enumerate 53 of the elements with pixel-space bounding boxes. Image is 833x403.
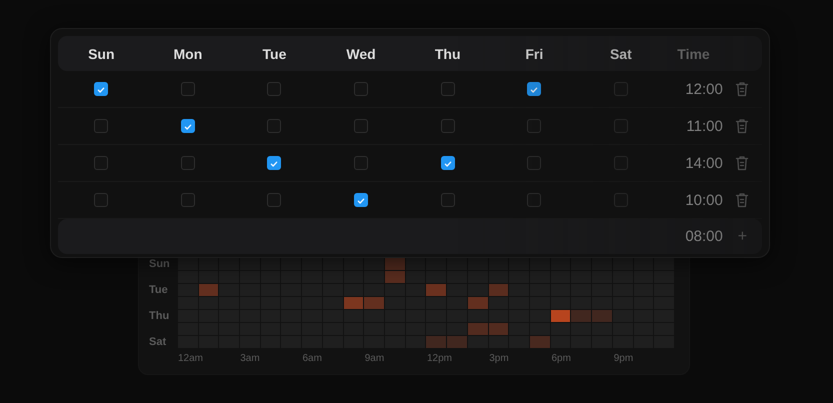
column-header: Sat (608, 46, 633, 62)
time-value[interactable]: 10:00 (664, 192, 723, 208)
checkbox[interactable] (440, 156, 455, 170)
day-label: Sun (149, 258, 170, 270)
trash-icon[interactable] (735, 155, 750, 171)
checkbox[interactable] (440, 193, 455, 207)
checkbox[interactable] (180, 156, 195, 170)
hour-label: 12am (178, 353, 204, 364)
checkbox[interactable] (267, 156, 282, 170)
checkbox[interactable] (267, 193, 282, 207)
trash-icon[interactable] (735, 118, 750, 134)
hour-label: 6pm (552, 353, 572, 364)
hour-label: 9pm (614, 353, 634, 364)
checkbox[interactable] (440, 82, 455, 96)
column-header: Tue (262, 46, 288, 62)
time-value[interactable]: 14:00 (664, 154, 723, 172)
hour-label: 6am (302, 353, 323, 364)
day-label: Tue (149, 284, 168, 296)
trash-icon[interactable] (735, 192, 750, 208)
checkbox[interactable] (180, 193, 195, 207)
time-value[interactable]: 08:00 (664, 228, 723, 245)
checkbox[interactable] (440, 119, 455, 133)
checkbox[interactable] (94, 193, 108, 207)
column-header: Mon (172, 46, 204, 62)
checkbox[interactable] (354, 119, 368, 133)
checkbox[interactable] (180, 82, 195, 96)
checkbox[interactable] (354, 156, 368, 170)
column-header: Sun (87, 46, 116, 62)
checkbox[interactable] (180, 119, 195, 133)
time-value[interactable]: 12:00 (664, 80, 723, 98)
hour-label: 3am (240, 353, 261, 364)
checkbox[interactable] (527, 119, 542, 133)
day-label: Sat (149, 336, 166, 348)
trash-icon[interactable] (735, 81, 750, 97)
checkbox[interactable] (94, 156, 108, 170)
time-value[interactable]: 11:00 (664, 118, 723, 134)
column-header: Wed (345, 46, 377, 62)
hour-label: 9am (364, 353, 386, 364)
checkbox[interactable] (94, 119, 108, 133)
day-label: Thu (149, 310, 170, 322)
checkbox[interactable] (267, 119, 282, 133)
checkbox[interactable] (354, 193, 368, 207)
column-header: Thu (434, 46, 462, 62)
hour-label: 12pm (427, 353, 454, 364)
column-header: Time (676, 46, 711, 62)
checkbox[interactable] (94, 82, 108, 96)
hour-label: 3pm (489, 353, 510, 364)
checkbox[interactable] (267, 82, 282, 96)
checkbox[interactable] (527, 82, 542, 96)
checkbox[interactable] (354, 82, 368, 96)
checkbox[interactable] (527, 193, 542, 207)
column-header: Fri (524, 46, 544, 62)
checkbox[interactable] (527, 156, 542, 170)
